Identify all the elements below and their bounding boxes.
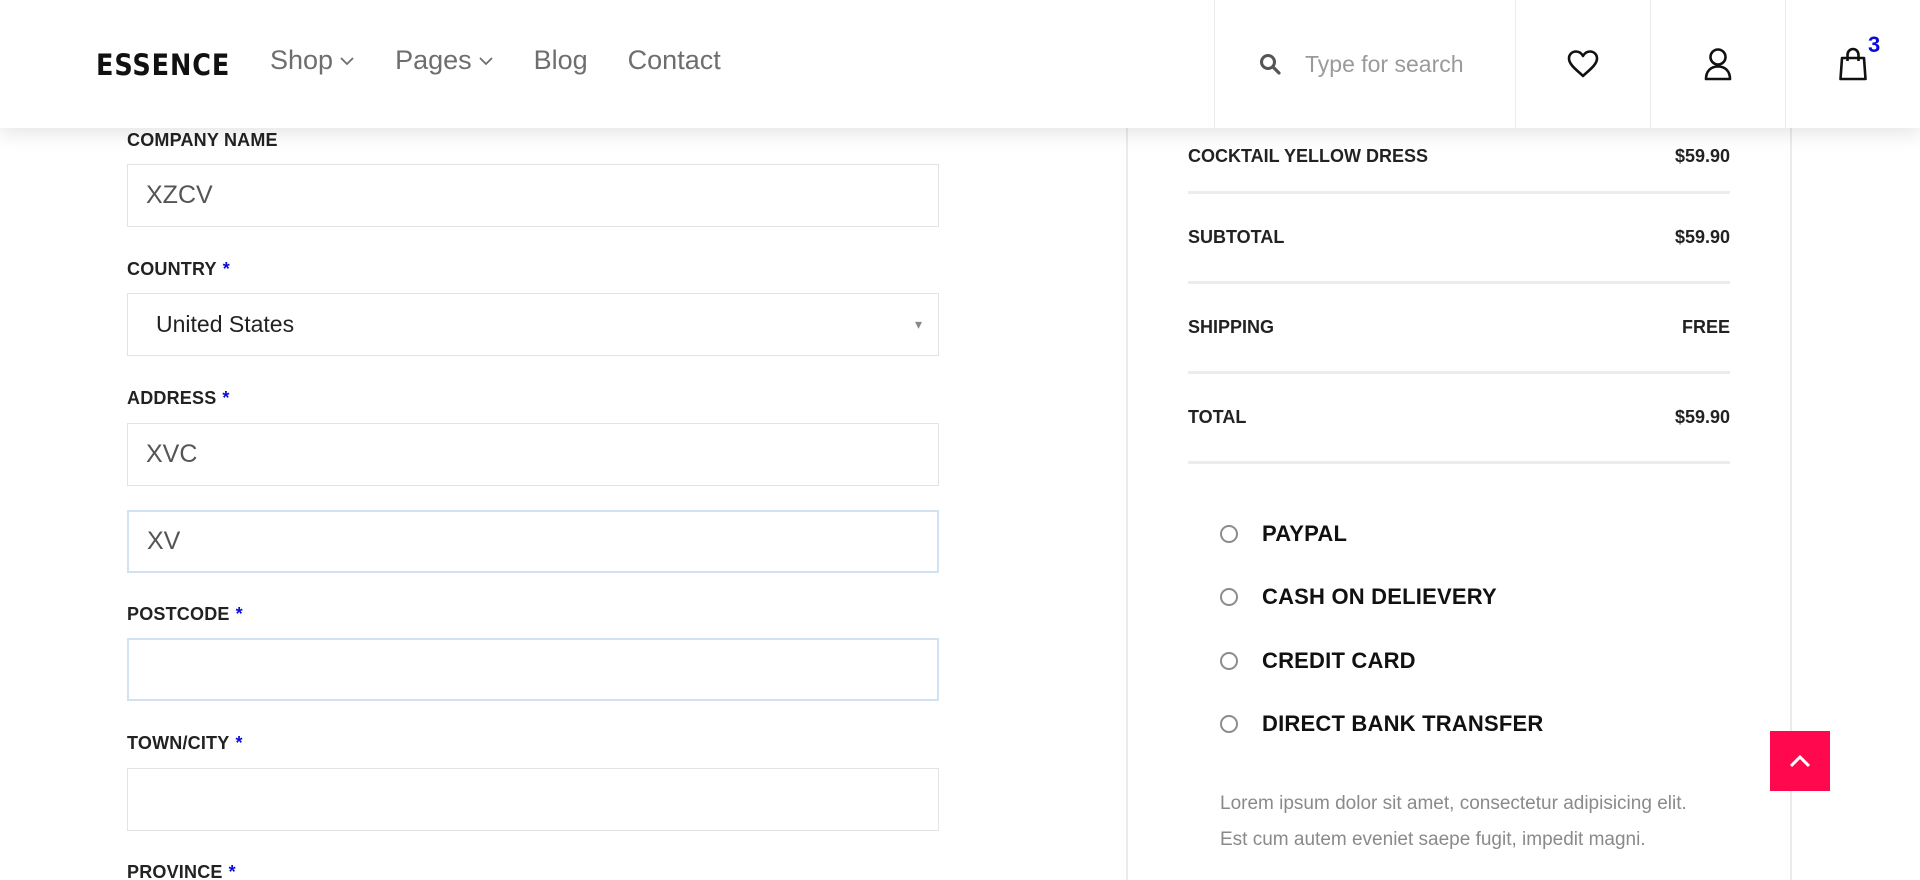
shipping-value: FREE: [1681, 317, 1730, 337]
payment-label: DIRECT BANK TRANSFER: [1262, 711, 1544, 736]
nav-blog-label: Blog: [533, 45, 588, 75]
summary-subtotal-row: SUBTOTAL $59.90: [1188, 194, 1730, 284]
logo[interactable]: ESSENCE: [96, 48, 230, 82]
country-label: COUNTRY *: [127, 259, 230, 280]
cart-count-badge: 3: [1868, 32, 1881, 57]
payment-option-cod[interactable]: CASH ON DELIEVERY: [1220, 584, 1497, 610]
required-mark: *: [228, 862, 236, 880]
site-header: ESSENCE Shop Pages Blog Contact Type for…: [0, 0, 1920, 128]
required-mark: *: [235, 604, 243, 624]
country-value: United States: [156, 311, 295, 337]
payment-label: CASH ON DELIEVERY: [1262, 584, 1497, 609]
total-label: TOTAL: [1188, 407, 1247, 427]
address-line1-field[interactable]: [127, 423, 939, 486]
user-icon: [1704, 48, 1732, 81]
country-label-text: COUNTRY: [127, 259, 217, 279]
summary-shipping-row: SHIPPING FREE: [1188, 284, 1730, 374]
summary-item-row: COCKTAIL YELLOW DRESS $59.90: [1188, 124, 1730, 194]
heart-icon: [1567, 50, 1599, 78]
chevron-down-icon: ▾: [914, 316, 922, 332]
postcode-label-text: POSTCODE: [127, 604, 230, 624]
address-line2-field[interactable]: [127, 510, 939, 573]
required-mark: *: [235, 733, 243, 753]
payment-option-credit-card[interactable]: CREDIT CARD: [1220, 648, 1416, 674]
order-summary: COCKTAIL YELLOW DRESS $59.90 SUBTOTAL $5…: [1126, 0, 1792, 880]
town-label: TOWN/CITY *: [127, 733, 243, 754]
nav-shop-label: Shop: [270, 45, 334, 75]
payment-option-bank-transfer[interactable]: DIRECT BANK TRANSFER: [1220, 711, 1543, 737]
chevron-down-icon: [478, 56, 493, 65]
nav-shop[interactable]: Shop: [270, 45, 355, 76]
item-price: $59.90: [1674, 146, 1730, 166]
required-mark: *: [222, 388, 230, 408]
search-input[interactable]: [1305, 50, 1505, 78]
company-field[interactable]: [127, 164, 939, 227]
radio-button[interactable]: [1220, 588, 1238, 606]
subtotal-label: SUBTOTAL: [1188, 227, 1285, 247]
summary-total-row: TOTAL $59.90: [1188, 374, 1730, 464]
nav-contact-label: Contact: [627, 45, 721, 75]
shipping-label: SHIPPING: [1188, 317, 1275, 337]
payment-option-paypal[interactable]: PAYPAL: [1220, 521, 1347, 547]
subtotal-value: $59.90: [1674, 227, 1730, 247]
postcode-field[interactable]: [127, 638, 939, 701]
address-label-text: ADDRESS: [127, 388, 217, 408]
payment-label: PAYPAL: [1262, 521, 1348, 546]
province-label-text: PROVINCE: [127, 862, 223, 880]
nav-pages[interactable]: Pages: [395, 45, 494, 76]
town-label-text: TOWN/CITY: [127, 733, 230, 753]
country-select[interactable]: United States ▾: [127, 293, 939, 356]
address-label: ADDRESS *: [127, 388, 230, 409]
item-name: COCKTAIL YELLOW DRESS: [1188, 146, 1429, 166]
nav-contact[interactable]: Contact: [628, 45, 721, 76]
header-search: [1214, 0, 1516, 128]
company-label-text: COMPANY NAME: [127, 130, 278, 150]
chevron-down-icon: [340, 56, 354, 65]
province-label: PROVINCE *: [127, 862, 236, 880]
wishlist-button[interactable]: [1515, 0, 1650, 128]
total-value: $59.90: [1674, 407, 1730, 427]
postcode-label: POSTCODE *: [127, 604, 243, 625]
radio-button[interactable]: [1220, 652, 1238, 670]
company-label: COMPANY NAME: [127, 130, 278, 151]
chevron-up-icon: [1789, 754, 1811, 768]
town-field[interactable]: [127, 768, 939, 831]
radio-button[interactable]: [1220, 525, 1238, 543]
search-icon[interactable]: [1259, 53, 1281, 75]
account-button[interactable]: [1650, 0, 1785, 128]
nav-blog[interactable]: Blog: [534, 45, 588, 76]
back-to-top-button[interactable]: [1770, 731, 1830, 791]
shopping-bag-icon: [1839, 47, 1867, 81]
nav-pages-label: Pages: [395, 45, 472, 75]
payment-description: Lorem ipsum dolor sit amet, consectetur …: [1220, 793, 1687, 850]
payment-label: CREDIT CARD: [1262, 648, 1416, 673]
cart-button[interactable]: 3: [1785, 0, 1920, 128]
required-mark: *: [222, 259, 230, 279]
radio-button[interactable]: [1220, 715, 1238, 733]
main-nav: Shop Pages Blog Contact: [270, 45, 761, 76]
